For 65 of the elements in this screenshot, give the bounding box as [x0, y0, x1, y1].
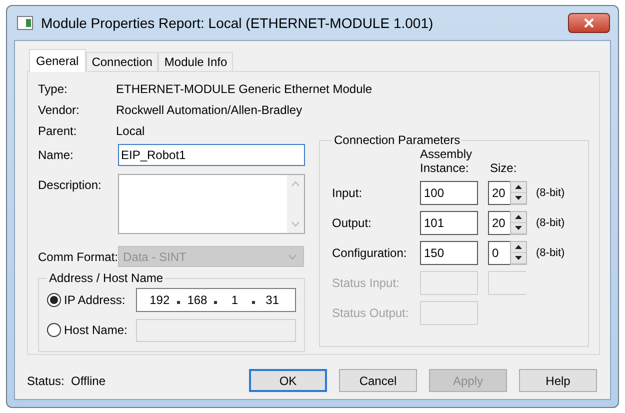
spin-buttons[interactable] [510, 181, 527, 205]
unit-label: (8-bit) [535, 217, 566, 229]
field-label: Vendor: [38, 102, 80, 116]
size-field[interactable]: 20 [488, 181, 510, 205]
field-label: Comm Format: [38, 250, 118, 264]
spin-buttons[interactable] [510, 211, 527, 235]
spin-down-button[interactable] [511, 223, 526, 234]
down-arrow-icon [515, 256, 522, 260]
close-icon [584, 18, 594, 28]
row-label: Input: [332, 186, 364, 200]
scroll-up-icon [291, 181, 300, 187]
ip-address-field[interactable]: 192 168 1 31 [136, 288, 296, 312]
spin-up-button[interactable] [511, 242, 526, 253]
field-label: Name: [38, 148, 74, 162]
instance-field[interactable] [420, 271, 478, 295]
instance-field[interactable]: 100 [420, 181, 478, 205]
up-arrow-icon [515, 245, 522, 249]
field-value: Local [116, 124, 146, 138]
tab[interactable]: General [29, 49, 86, 72]
column-header: Size: [490, 161, 518, 175]
spin-up-button[interactable] [511, 212, 526, 223]
window-icon [17, 16, 33, 30]
window-title: Module Properties Report: Local (ETHERNET-MODULE 1.001) [41, 15, 434, 31]
description-field[interactable] [118, 174, 305, 234]
host-name-field[interactable] [136, 318, 296, 342]
field-label: Parent: [38, 124, 78, 138]
field-value: Rockwell Automation/Allen-Bradley [116, 102, 304, 116]
group-title: Address / Host Name [48, 271, 164, 285]
unit-label: (8-bit) [535, 187, 566, 199]
group-title: Connection Parameters [333, 133, 462, 147]
size-field[interactable]: 0 [488, 241, 510, 265]
close-button[interactable] [568, 13, 610, 33]
down-arrow-icon [515, 226, 522, 230]
instance-field[interactable] [420, 301, 478, 325]
up-arrow-icon [515, 215, 522, 219]
field-label: Type: [38, 82, 68, 96]
scroll-down-icon [291, 221, 300, 227]
dialog-button[interactable]: Help [519, 369, 597, 392]
row-label: Status Input: [332, 276, 400, 290]
down-arrow-icon [515, 196, 522, 200]
row-label: Configuration: [332, 246, 408, 260]
row-label: Output: [332, 216, 372, 230]
dialog-button[interactable]: Cancel [339, 369, 417, 392]
dialog-button[interactable]: OK [249, 369, 327, 392]
instance-field[interactable]: 101 [420, 211, 478, 235]
column-header: Assembly Instance: [420, 147, 474, 175]
dropdown-caret-icon [288, 254, 297, 260]
status-text: Status: Offline [27, 374, 106, 388]
size-field[interactable] [488, 271, 526, 295]
instance-field[interactable]: 150 [420, 241, 478, 265]
tab[interactable]: Module Info [158, 52, 234, 71]
unit-label: (8-bit) [535, 247, 566, 259]
field-label: Description: [38, 178, 102, 192]
field-value: ETHERNET-MODULE Generic Ethernet Module [116, 82, 374, 96]
spin-up-button[interactable] [511, 182, 526, 193]
size-field[interactable]: 20 [488, 211, 510, 235]
radio-option[interactable]: Host Name: [47, 323, 136, 337]
tab[interactable]: Connection [86, 52, 158, 71]
spin-buttons[interactable] [510, 241, 527, 265]
radio-option[interactable]: IP Address: [47, 293, 136, 307]
spin-down-button[interactable] [511, 193, 526, 204]
name-field[interactable]: EIP_Robot1 [118, 144, 305, 166]
row-label: Status Output: [332, 306, 410, 320]
up-arrow-icon [515, 185, 522, 189]
spin-down-button[interactable] [511, 253, 526, 264]
